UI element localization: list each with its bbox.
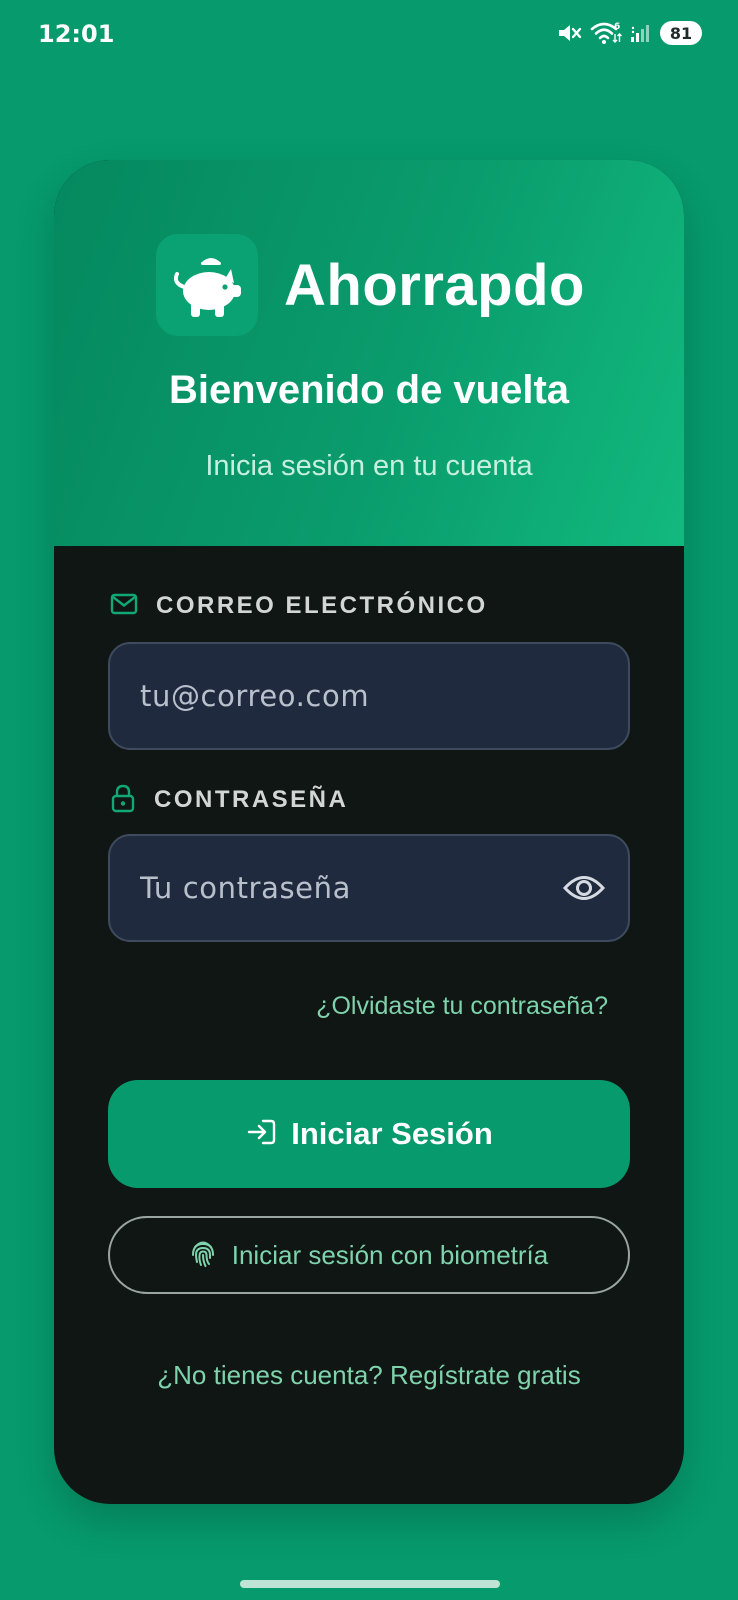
fingerprint-icon xyxy=(190,1238,216,1273)
biometric-button-label: Iniciar sesión con biometría xyxy=(231,1239,549,1270)
welcome-subtitle: Inicia sesión en tu cuenta xyxy=(205,450,533,482)
status-icons: 6 81 xyxy=(556,20,702,46)
password-label-text: CONTRASEÑA xyxy=(154,786,349,813)
show-password-button[interactable] xyxy=(562,866,606,910)
brand: Ahorrapdo xyxy=(156,234,585,336)
login-button[interactable]: Iniciar Sesión xyxy=(108,1080,630,1188)
forgot-password-link[interactable]: ¿Olvidaste tu contraseña? xyxy=(316,992,608,1021)
app-name: Ahorrapdo xyxy=(284,252,585,318)
signal-icon xyxy=(630,22,652,44)
login-icon xyxy=(245,1118,277,1151)
password-field-box xyxy=(108,834,630,942)
status-bar: 12:01 6 81 xyxy=(0,0,738,70)
wifi-badge: 6 xyxy=(614,22,620,32)
wifi-icon: 6 xyxy=(590,20,622,46)
password-field[interactable] xyxy=(110,836,628,940)
email-field[interactable] xyxy=(110,644,628,748)
mute-icon xyxy=(556,21,582,45)
status-time: 12:01 xyxy=(38,20,115,48)
piggy-bank-icon xyxy=(156,234,258,336)
password-label: CONTRASEÑA xyxy=(110,780,348,820)
home-indicator[interactable] xyxy=(240,1580,500,1588)
card-header: Ahorrapdo Bienvenido de vuelta Inicia se… xyxy=(54,160,684,546)
email-field-box xyxy=(108,642,630,750)
battery-indicator: 81 xyxy=(660,21,702,45)
biometric-login-button[interactable]: Iniciar sesión con biometría xyxy=(108,1216,630,1294)
email-label: CORREO ELECTRÓNICO xyxy=(110,586,488,626)
eye-icon xyxy=(562,876,606,900)
lock-icon xyxy=(110,783,136,818)
login-card: Ahorrapdo Bienvenido de vuelta Inicia se… xyxy=(54,160,684,1504)
register-link[interactable]: ¿No tienes cuenta? Regístrate gratis xyxy=(54,1360,684,1391)
welcome-title: Bienvenido de vuelta xyxy=(168,368,570,412)
email-label-text: CORREO ELECTRÓNICO xyxy=(156,592,488,619)
login-button-label: Iniciar Sesión xyxy=(291,1116,493,1151)
mail-icon xyxy=(110,593,138,620)
